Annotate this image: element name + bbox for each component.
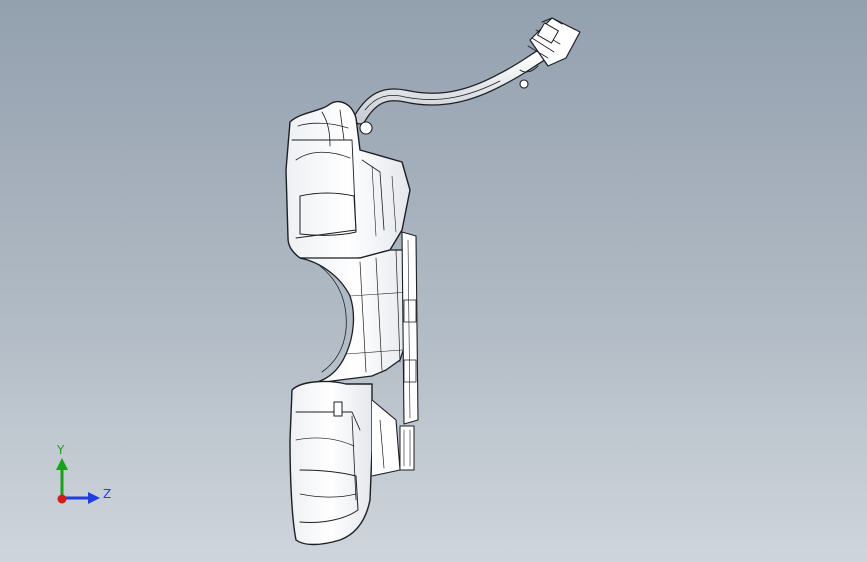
z-axis-arrow [62,492,100,504]
y-axis-label: Y [56,443,65,457]
y-axis-arrow [56,458,68,498]
fuel-tank-model[interactable] [0,0,867,562]
z-axis-label: Z [103,487,111,501]
cad-viewport[interactable]: Y Z [0,0,867,562]
x-axis-dot [57,494,67,504]
filler-pipe[interactable] [353,17,581,135]
coordinate-triad: Y Z [56,443,111,504]
tank-upper-section[interactable] [285,100,411,261]
tank-lower-section[interactable] [289,380,415,546]
